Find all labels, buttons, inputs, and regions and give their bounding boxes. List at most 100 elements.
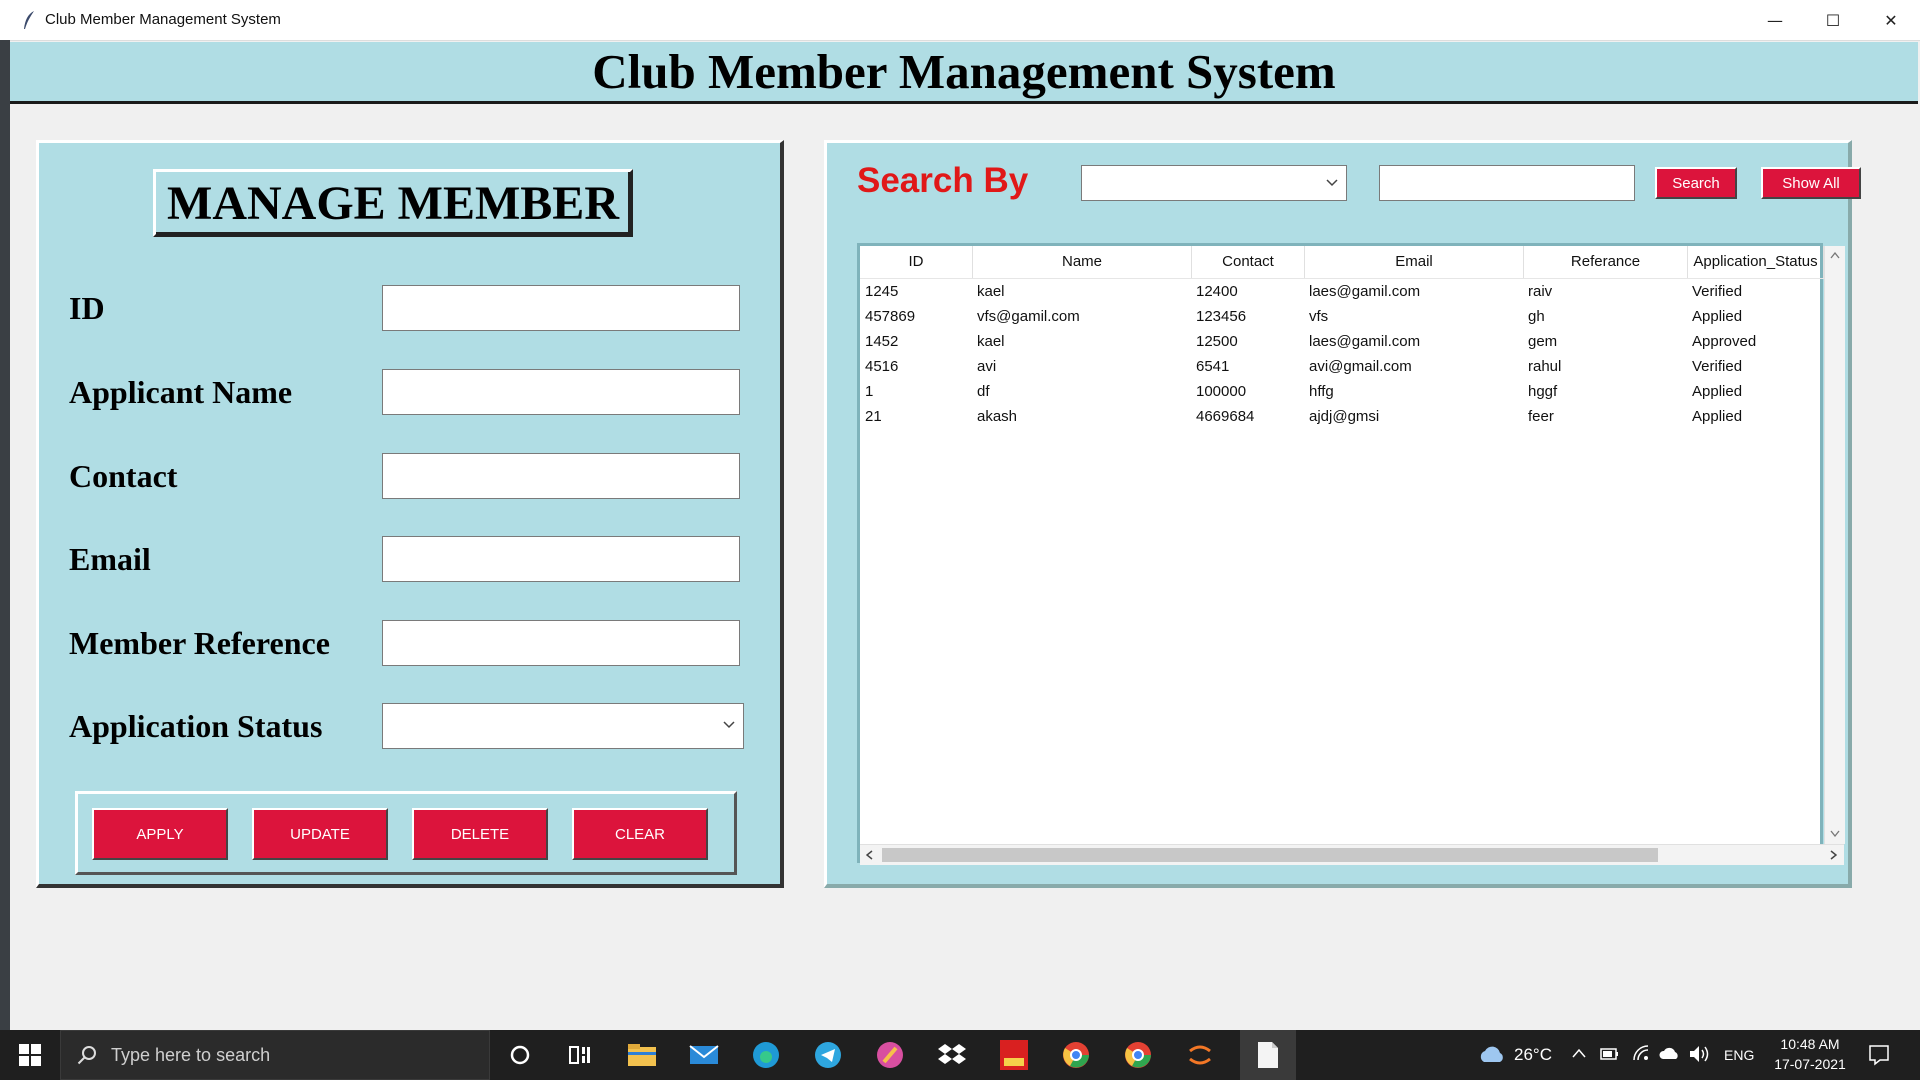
search-by-label: Search By bbox=[857, 161, 1029, 200]
search-results-panel: Search By Search Show All ID Name Contac… bbox=[824, 140, 1861, 888]
cell-id: 457869 bbox=[865, 308, 916, 325]
minimize-button[interactable]: — bbox=[1746, 0, 1804, 40]
chevron-up-icon[interactable] bbox=[1572, 1048, 1586, 1058]
search-text-input[interactable] bbox=[1379, 165, 1635, 201]
chrome-icon[interactable] bbox=[1060, 1039, 1092, 1071]
column-header-id[interactable]: ID bbox=[860, 246, 973, 278]
table-row[interactable]: 1245 kael 12400 laes@gamil.com raiv Veri… bbox=[860, 279, 1826, 304]
cell-status: Verified bbox=[1692, 358, 1743, 375]
cell-referance: feer bbox=[1528, 408, 1554, 425]
email-label: Email bbox=[69, 541, 151, 577]
typing-tutor-icon[interactable] bbox=[998, 1039, 1030, 1071]
cell-referance: hggf bbox=[1528, 383, 1558, 400]
table-row[interactable]: 4516 avi 6541 avi@gmail.com rahul Verifi… bbox=[860, 354, 1826, 379]
cell-name: kael bbox=[977, 283, 1005, 300]
language-indicator[interactable]: ENG bbox=[1724, 1030, 1754, 1080]
cell-referance: raiv bbox=[1528, 283, 1553, 300]
telegram-icon[interactable] bbox=[812, 1039, 844, 1071]
application-status-label: Application Status bbox=[69, 708, 323, 744]
update-button[interactable]: UPDATE bbox=[252, 808, 388, 860]
table-row[interactable]: 1 df 100000 hffg hggf Applied bbox=[860, 379, 1826, 404]
cell-name: vfs@gamil.com bbox=[977, 308, 1080, 325]
show-all-button[interactable]: Show All bbox=[1761, 167, 1861, 199]
chevron-up-icon[interactable] bbox=[1830, 252, 1840, 259]
application-status-select[interactable] bbox=[382, 703, 744, 749]
applicant-name-input[interactable] bbox=[382, 369, 740, 415]
id-label: ID bbox=[69, 290, 105, 326]
manage-member-panel: MANAGE MEMBER ID Applicant Name Contact … bbox=[36, 140, 784, 888]
taskbar-search-box[interactable]: Type here to search bbox=[60, 1030, 490, 1080]
chevron-right-icon[interactable] bbox=[1830, 850, 1837, 860]
weather-temperature[interactable]: 26°C bbox=[1514, 1030, 1552, 1080]
cell-email: hffg bbox=[1309, 383, 1334, 400]
horizontal-scrollbar[interactable] bbox=[860, 844, 1844, 865]
cell-email: vfs bbox=[1309, 308, 1329, 325]
column-header-contact[interactable]: Contact bbox=[1192, 246, 1305, 278]
contact-input[interactable] bbox=[382, 453, 740, 499]
chrome-profile-icon[interactable] bbox=[1122, 1039, 1154, 1071]
dropbox-icon[interactable] bbox=[936, 1039, 968, 1071]
cortana-icon[interactable] bbox=[504, 1039, 536, 1071]
cell-id: 4516 bbox=[865, 358, 899, 375]
cell-status: Applied bbox=[1692, 383, 1743, 400]
cell-status: Approved bbox=[1692, 333, 1757, 350]
table-row[interactable]: 457869 vfs@gamil.com 123456 vfs gh Appli… bbox=[860, 304, 1826, 329]
chevron-down-icon[interactable] bbox=[1830, 830, 1840, 837]
manage-member-heading: MANAGE MEMBER bbox=[153, 169, 633, 237]
applicant-name-label: Applicant Name bbox=[69, 374, 293, 410]
file-explorer-icon[interactable] bbox=[626, 1039, 658, 1071]
window-title-bar: Club Member Management System — ☐ ✕ bbox=[0, 0, 1920, 41]
column-header-application-status[interactable]: Application_Status bbox=[1688, 246, 1824, 278]
id-input[interactable] bbox=[382, 285, 740, 331]
windows-start-button[interactable] bbox=[0, 1030, 60, 1080]
notepad-icon[interactable] bbox=[1240, 1030, 1296, 1080]
cell-id: 21 bbox=[865, 408, 882, 425]
maximize-button[interactable]: ☐ bbox=[1804, 0, 1862, 40]
onedrive-cloud-icon[interactable] bbox=[1658, 1046, 1680, 1060]
search-button[interactable]: Search bbox=[1655, 167, 1737, 199]
delete-button[interactable]: DELETE bbox=[412, 808, 548, 860]
column-header-email[interactable]: Email bbox=[1305, 246, 1524, 278]
cell-contact: 6541 bbox=[1196, 358, 1230, 375]
edge-browser-icon[interactable] bbox=[750, 1039, 782, 1071]
battery-icon[interactable] bbox=[1600, 1047, 1620, 1061]
task-view-icon[interactable] bbox=[564, 1039, 596, 1071]
clock-time[interactable]: 10:48 AM bbox=[1770, 1036, 1850, 1052]
table-row[interactable]: 1452 kael 12500 laes@gamil.com gem Appro… bbox=[860, 329, 1826, 354]
search-by-select[interactable] bbox=[1081, 165, 1347, 201]
chevron-left-icon[interactable] bbox=[866, 850, 873, 860]
cell-id: 1 bbox=[865, 383, 874, 400]
weather-cloud-icon[interactable] bbox=[1476, 1044, 1506, 1066]
feather-app-icon bbox=[24, 11, 34, 29]
header-banner: Club Member Management System bbox=[10, 42, 1918, 104]
cell-name: df bbox=[977, 383, 990, 400]
cell-referance: gem bbox=[1528, 333, 1558, 350]
paint-app-icon[interactable] bbox=[874, 1039, 906, 1071]
volume-icon[interactable] bbox=[1688, 1044, 1712, 1064]
cell-referance: gh bbox=[1528, 308, 1545, 325]
cell-contact: 123456 bbox=[1196, 308, 1247, 325]
clock-date[interactable]: 17-07-2021 bbox=[1766, 1056, 1854, 1072]
email-input[interactable] bbox=[382, 536, 740, 582]
horizontal-scroll-thumb[interactable] bbox=[882, 848, 1658, 862]
close-button[interactable]: ✕ bbox=[1862, 0, 1920, 40]
cell-name: kael bbox=[977, 333, 1005, 350]
vertical-scrollbar[interactable] bbox=[1824, 246, 1845, 844]
cell-status: Verified bbox=[1692, 283, 1743, 300]
apply-button[interactable]: APPLY bbox=[92, 808, 228, 860]
jupyter-icon[interactable] bbox=[1184, 1039, 1216, 1071]
chevron-down-icon bbox=[1326, 179, 1338, 187]
table-row[interactable]: 21 akash 4669684 ajdj@gmsi feer Applied bbox=[860, 404, 1826, 429]
member-reference-input[interactable] bbox=[382, 620, 740, 666]
cell-contact: 12400 bbox=[1196, 283, 1238, 300]
app-title: Club Member Management System bbox=[592, 44, 1336, 99]
windows-logo-icon bbox=[19, 1044, 41, 1066]
chevron-down-icon bbox=[723, 721, 735, 729]
clear-button[interactable]: CLEAR bbox=[572, 808, 708, 860]
column-header-referance[interactable]: Referance bbox=[1524, 246, 1688, 278]
column-header-name[interactable]: Name bbox=[973, 246, 1192, 278]
mail-icon[interactable] bbox=[688, 1039, 720, 1071]
notification-center-icon[interactable] bbox=[1868, 1044, 1890, 1066]
cell-email: laes@gamil.com bbox=[1309, 333, 1421, 350]
wifi-icon[interactable] bbox=[1632, 1044, 1650, 1062]
